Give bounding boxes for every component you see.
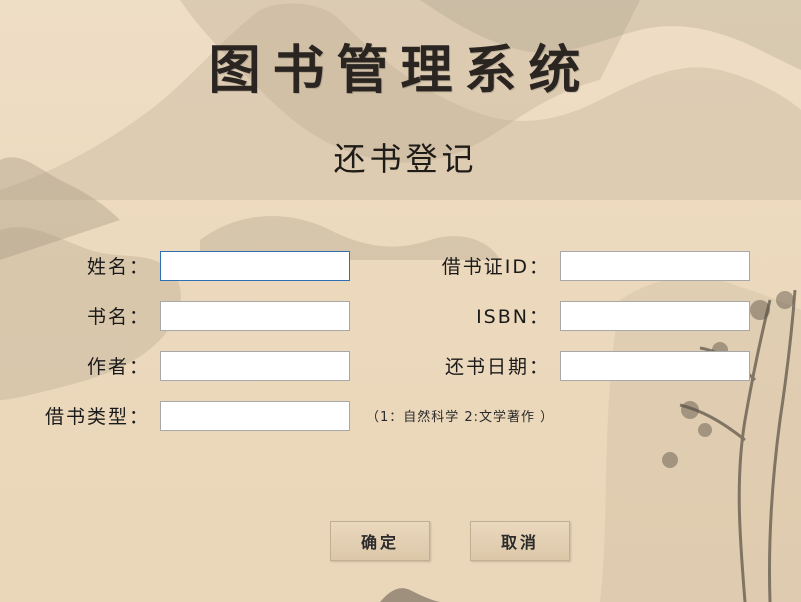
confirm-button[interactable]: 确定 <box>330 521 430 561</box>
author-field[interactable] <box>160 351 350 381</box>
page-title: 还书登记 <box>333 140 478 178</box>
book-name-field[interactable] <box>160 301 350 331</box>
card-id-field[interactable] <box>560 251 750 281</box>
app-title: 图书管理系统 <box>208 40 593 101</box>
return-date-label: 还书日期： <box>444 356 550 378</box>
card-id-label: 借书证ID： <box>441 256 550 278</box>
borrow-type-field[interactable] <box>160 401 350 431</box>
author-label: 作者： <box>86 356 150 378</box>
book-name-label: 书名： <box>86 306 150 328</box>
return-date-field[interactable] <box>560 351 750 381</box>
return-book-window: 图书管理系统 还书登记 姓名： 书名： 作者： 借书类型： （1：自然科学 2:… <box>0 0 801 602</box>
borrow-type-label: 借书类型： <box>44 406 150 428</box>
cancel-button[interactable]: 取消 <box>470 521 570 561</box>
name-field[interactable] <box>160 251 350 281</box>
name-label: 姓名： <box>86 256 150 278</box>
isbn-label: ISBN： <box>476 306 550 328</box>
isbn-field[interactable] <box>560 301 750 331</box>
borrow-type-hint: （1：自然科学 2:文学著作 ） <box>366 410 555 425</box>
